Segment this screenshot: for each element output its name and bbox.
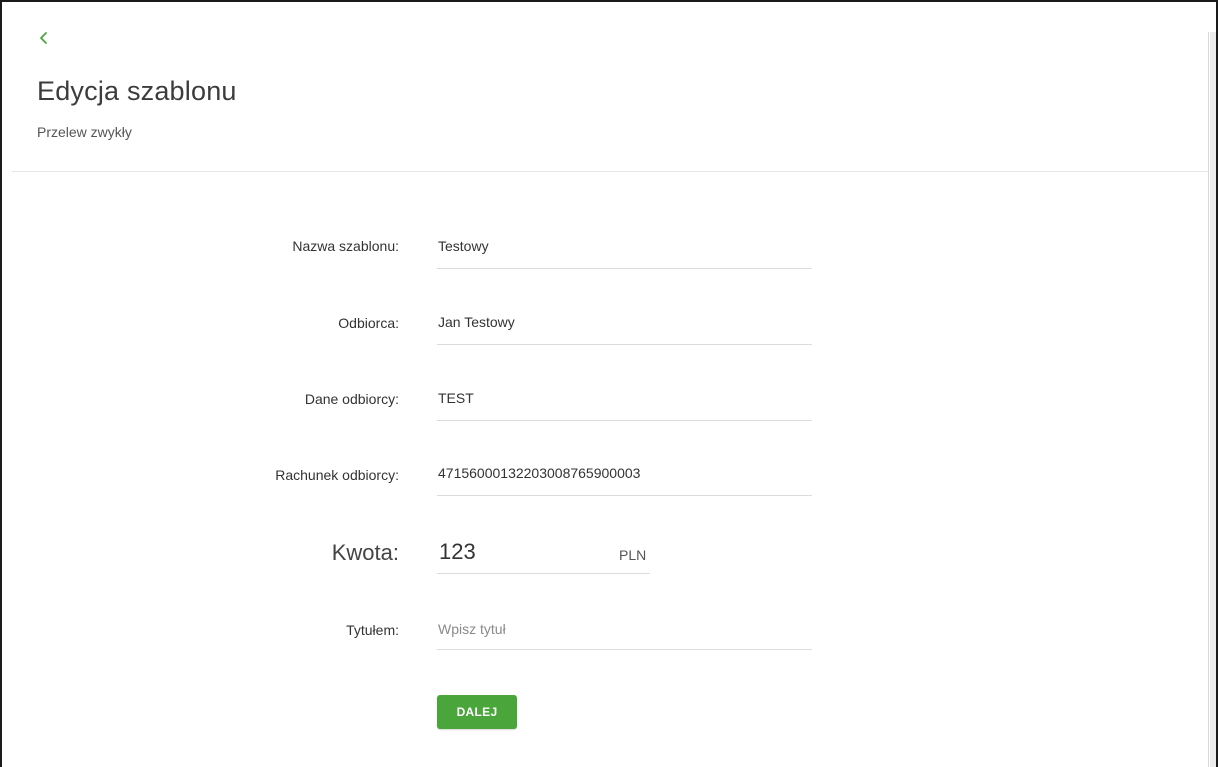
recipient-account-label: Rachunek odbiorcy: bbox=[275, 467, 399, 483]
recipient-label: Odbiorca: bbox=[338, 315, 399, 331]
recipient-account-underline bbox=[437, 495, 812, 496]
transfer-title-label: Tytułem: bbox=[346, 622, 399, 638]
recipient-data-label: Dane odbiorcy: bbox=[304, 391, 399, 407]
amount-input[interactable]: 123 bbox=[439, 539, 476, 565]
template-name-underline bbox=[437, 268, 812, 269]
page-title: Edycja szablonu bbox=[37, 76, 237, 106]
amount-currency: PLN bbox=[619, 547, 647, 563]
recipient-value[interactable]: Jan Testowy bbox=[438, 314, 515, 330]
template-name-value[interactable]: Testowy bbox=[438, 238, 489, 254]
scrollbar[interactable] bbox=[1210, 32, 1216, 767]
recipient-data-underline bbox=[437, 420, 812, 421]
chevron-left-icon bbox=[39, 31, 49, 45]
template-name-label: Nazwa szablonu: bbox=[292, 238, 399, 254]
next-button[interactable]: DALEJ bbox=[437, 695, 517, 729]
amount-label: Kwota: bbox=[331, 540, 399, 565]
amount-underline bbox=[437, 573, 650, 574]
transfer-title-input[interactable] bbox=[437, 615, 812, 643]
back-button[interactable] bbox=[36, 28, 52, 48]
scrollbar-rail bbox=[1208, 32, 1209, 767]
recipient-underline bbox=[437, 344, 812, 345]
header-divider bbox=[12, 171, 1208, 172]
recipient-account-value[interactable]: 47156000132203008765900003 bbox=[438, 465, 640, 481]
app-window: Edycja szablonu Przelew zwykły Nazwa sza… bbox=[0, 0, 1218, 767]
transfer-title-underline bbox=[437, 649, 812, 650]
page-subtitle: Przelew zwykły bbox=[37, 124, 132, 140]
recipient-data-value[interactable]: TEST bbox=[438, 390, 474, 406]
